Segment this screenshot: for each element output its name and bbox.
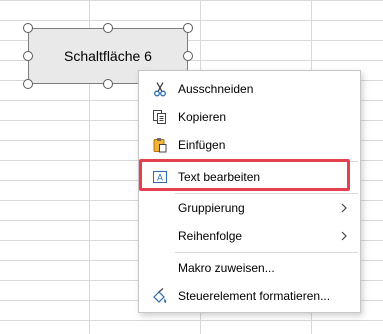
- menu-item-copy[interactable]: Kopieren: [139, 103, 360, 131]
- menu-item-copy-label: Kopieren: [178, 110, 227, 124]
- resize-handle-bottom-left[interactable]: [23, 79, 33, 89]
- resize-handle-top-right[interactable]: [183, 23, 193, 33]
- empty-icon-slot: [152, 260, 168, 276]
- context-menu: Ausschneiden Kopieren Einfügen A Text be…: [138, 70, 361, 313]
- menu-item-assign-macro-label: Makro zuweisen...: [178, 261, 275, 275]
- resize-handle-top-middle[interactable]: [103, 23, 113, 33]
- menu-item-order-label: Reihenfolge: [178, 229, 243, 243]
- empty-icon-slot: [152, 228, 168, 244]
- menu-item-paste-label: Einfügen: [178, 138, 226, 152]
- menu-item-paste[interactable]: Einfügen: [139, 131, 360, 159]
- empty-icon-slot: [152, 200, 168, 216]
- button-shape-label: Schaltfläche 6: [64, 48, 152, 64]
- chevron-right-icon: [338, 231, 350, 241]
- menu-item-format-control-label: Steuerelement formatieren...: [178, 289, 331, 303]
- resize-handle-bottom-middle[interactable]: [103, 79, 113, 89]
- resize-handle-top-left[interactable]: [23, 23, 33, 33]
- highlight-box: [139, 159, 350, 191]
- menu-item-order[interactable]: Reihenfolge: [139, 222, 360, 250]
- resize-handle-middle-right[interactable]: [183, 51, 193, 61]
- menu-item-grouping-label: Gruppierung: [178, 201, 245, 215]
- copy-icon: [152, 109, 168, 125]
- resize-handle-middle-left[interactable]: [23, 51, 33, 61]
- menu-item-assign-macro[interactable]: Makro zuweisen...: [139, 254, 360, 282]
- menu-item-cut-label: Ausschneiden: [178, 82, 254, 96]
- chevron-right-icon: [338, 203, 350, 213]
- menu-item-format-control[interactable]: Steuerelement formatieren...: [139, 282, 360, 310]
- format-control-icon: [152, 288, 168, 304]
- menu-item-grouping[interactable]: Gruppierung: [139, 194, 360, 222]
- menu-separator: [175, 252, 358, 253]
- menu-item-cut[interactable]: Ausschneiden: [139, 75, 360, 103]
- paste-icon: [152, 137, 168, 153]
- scissors-icon: [152, 81, 168, 97]
